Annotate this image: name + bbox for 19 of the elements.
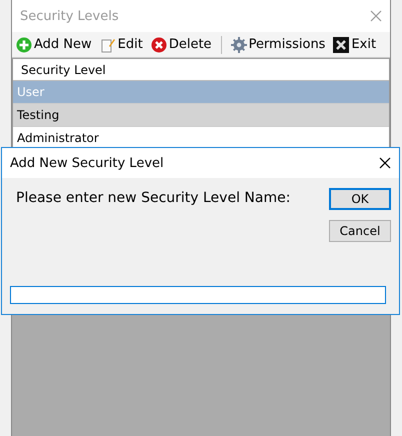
dialog-button[interactable]: OK — [329, 188, 391, 210]
prompt-text: Please enter new Security Level Name: — [15, 189, 292, 208]
plus-icon — [16, 36, 32, 52]
table-row[interactable]: Testing — [13, 104, 389, 127]
exit-button[interactable]: Exit — [331, 36, 378, 52]
window-title: Security Levels — [20, 8, 119, 24]
delete-icon — [150, 36, 167, 52]
close-icon — [333, 36, 350, 52]
close-icon[interactable] — [379, 157, 391, 169]
add-button[interactable]: Add New — [14, 36, 94, 52]
delete-button[interactable]: Delete — [148, 36, 214, 52]
permissions-button[interactable]: Permissions — [228, 36, 328, 52]
input-field[interactable] — [10, 286, 386, 304]
edit-button[interactable]: Edit — [98, 36, 145, 52]
dialog-button[interactable]: Cancel — [329, 220, 391, 242]
dialog-title: Add New Security Level — [10, 156, 164, 170]
column-header[interactable]: Security Level — [21, 62, 106, 76]
gear-icon — [230, 36, 247, 52]
notepad-pencil-icon — [100, 36, 116, 52]
